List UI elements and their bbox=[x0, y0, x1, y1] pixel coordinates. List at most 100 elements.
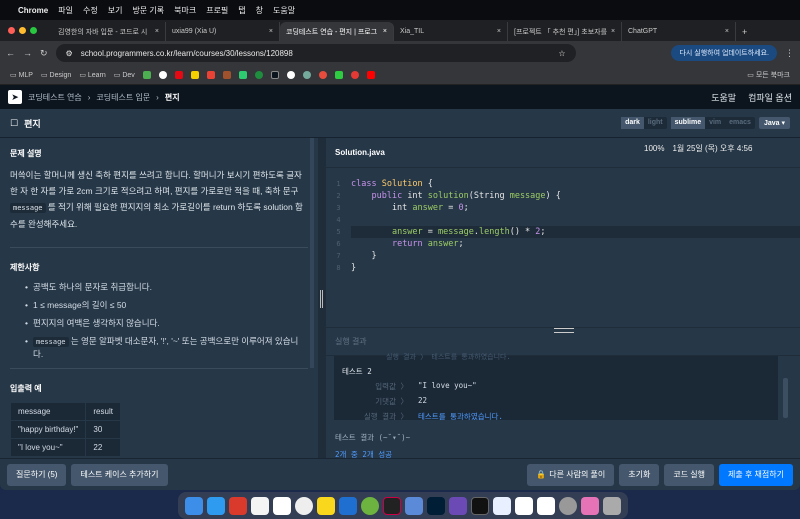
app-icon[interactable] bbox=[581, 497, 599, 515]
zoom-button[interactable] bbox=[30, 27, 37, 34]
kebab-menu-icon[interactable]: ⋮ bbox=[785, 48, 794, 59]
close-icon[interactable]: × bbox=[725, 28, 729, 35]
youtube-icon[interactable] bbox=[367, 71, 375, 79]
close-icon[interactable]: × bbox=[611, 28, 615, 35]
drag-handle-icon[interactable] bbox=[320, 290, 323, 308]
add-test-case-button[interactable]: 테스트 케이스 추가하기 bbox=[71, 464, 167, 486]
menu-tab[interactable]: 탭 bbox=[238, 5, 245, 16]
bookmark-icon[interactable] bbox=[223, 71, 231, 79]
new-tab-icon[interactable]: + bbox=[736, 27, 753, 41]
url-input[interactable]: ⚙school.programmers.co.kr/learn/courses/… bbox=[56, 44, 576, 62]
bookmark-star-icon[interactable]: ☆ bbox=[558, 49, 565, 58]
menu-app[interactable]: Chrome bbox=[18, 6, 48, 15]
programmers-logo[interactable]: ➤ bbox=[8, 90, 22, 104]
chatgpt-icon[interactable] bbox=[303, 71, 311, 79]
help-link[interactable]: 도움말 bbox=[711, 91, 736, 104]
keymap-vim[interactable]: vim bbox=[705, 117, 725, 129]
site-info-icon[interactable]: ⚙ bbox=[66, 49, 73, 58]
chrome-icon[interactable] bbox=[295, 497, 313, 515]
tab-active[interactable]: 코딩테스트 연습 - 편지 | 프로그× bbox=[280, 22, 394, 41]
bookmark-icon[interactable] bbox=[319, 71, 327, 79]
close-icon[interactable]: × bbox=[383, 28, 387, 35]
trash-icon[interactable] bbox=[603, 497, 621, 515]
update-button[interactable]: 다시 실행하여 업데이트하세요. bbox=[671, 45, 777, 61]
keymap-emacs[interactable]: emacs bbox=[725, 117, 755, 129]
app-icon[interactable] bbox=[229, 497, 247, 515]
language-select[interactable]: Java ▾ bbox=[759, 117, 790, 129]
programmers-icon[interactable] bbox=[271, 71, 279, 79]
menu-view[interactable]: 보기 bbox=[108, 5, 123, 16]
finder-icon[interactable] bbox=[185, 497, 203, 515]
close-window-button[interactable] bbox=[8, 27, 15, 34]
bookmark-icon[interactable] bbox=[335, 71, 343, 79]
photoshop-icon[interactable] bbox=[493, 497, 511, 515]
keymap-sublime[interactable]: sublime bbox=[671, 117, 705, 129]
compile-options-link[interactable]: 컴파일 옵션 bbox=[748, 91, 792, 104]
breadcrumb-item[interactable]: 코딩테스트 연습 bbox=[28, 92, 82, 103]
minimize-button[interactable] bbox=[19, 27, 26, 34]
bookmark-icon[interactable] bbox=[351, 71, 359, 79]
submit-button[interactable]: 제출 후 채점하기 bbox=[719, 464, 793, 486]
photoshop-icon[interactable] bbox=[427, 497, 445, 515]
code-editor[interactable]: 1class Solution { 2 public int solution(… bbox=[326, 168, 800, 328]
tab[interactable]: [프로젝트 「 추천 편」] 초보자를× bbox=[508, 22, 622, 41]
breadcrumb-item[interactable]: 코딩테스트 입문 bbox=[96, 92, 150, 103]
netflix-icon[interactable] bbox=[175, 71, 183, 79]
theme-dark[interactable]: dark bbox=[621, 117, 644, 129]
theme-light[interactable]: light bbox=[644, 117, 667, 129]
close-icon[interactable]: × bbox=[155, 28, 159, 35]
all-bookmarks[interactable]: ▭ 모든 북마크 bbox=[747, 70, 790, 80]
bookmark-folder[interactable]: ▭ Dev bbox=[114, 71, 135, 79]
tab[interactable]: 김영한의 자바 입문 - 코드로 시× bbox=[52, 22, 166, 41]
menu-history[interactable]: 방문 기록 bbox=[132, 5, 164, 16]
terminal-icon[interactable] bbox=[471, 497, 489, 515]
reminders-icon[interactable] bbox=[251, 497, 269, 515]
reset-button[interactable]: 초기화 bbox=[619, 464, 659, 486]
ask-question-button[interactable]: 질문하기 (5) bbox=[7, 464, 66, 486]
bookmark-icon[interactable] bbox=[191, 71, 199, 79]
battery-level[interactable]: 100% bbox=[644, 144, 664, 153]
safari-icon[interactable] bbox=[207, 497, 225, 515]
tab[interactable]: ChatGPT× bbox=[622, 22, 736, 41]
menu-bookmarks[interactable]: 북마크 bbox=[174, 5, 196, 16]
obsidian-icon[interactable] bbox=[449, 497, 467, 515]
reload-icon[interactable]: ↻ bbox=[40, 48, 48, 59]
settings-icon[interactable] bbox=[559, 497, 577, 515]
bookmark-icon[interactable] bbox=[239, 71, 247, 79]
vscode-icon[interactable] bbox=[339, 497, 357, 515]
notion-icon[interactable] bbox=[515, 497, 533, 515]
bookmark-folder[interactable]: ▭ MLP bbox=[10, 71, 33, 79]
spring-icon[interactable] bbox=[361, 497, 379, 515]
tab[interactable]: Xia_TIL× bbox=[394, 22, 508, 41]
forward-icon[interactable]: → bbox=[23, 48, 32, 58]
bookmark-folder[interactable]: ▭ Design bbox=[41, 71, 71, 79]
run-code-button[interactable]: 코드 실행 bbox=[664, 464, 714, 486]
scrollbar[interactable] bbox=[310, 138, 314, 368]
menu-help[interactable]: 도움말 bbox=[273, 5, 295, 16]
app-icon[interactable] bbox=[405, 497, 423, 515]
kakaotalk-icon[interactable] bbox=[317, 497, 335, 515]
resize-handle-icon[interactable] bbox=[554, 328, 574, 333]
github-icon[interactable] bbox=[287, 71, 295, 79]
clock[interactable]: 1월 25일 (목) 오후 4:56 bbox=[672, 143, 752, 154]
back-icon[interactable]: ← bbox=[6, 48, 15, 58]
bookmark-folder[interactable]: ▭ Learn bbox=[79, 71, 105, 79]
close-icon[interactable]: × bbox=[497, 28, 501, 35]
others-solutions-button[interactable]: 🔒다른 사람의 풀이 bbox=[527, 464, 614, 486]
menu-edit[interactable]: 수정 bbox=[83, 5, 98, 16]
bookmark-icon[interactable]: ☐ bbox=[10, 118, 18, 129]
close-icon[interactable]: × bbox=[269, 28, 273, 35]
bookmark-icon[interactable] bbox=[255, 71, 263, 79]
calendar-icon[interactable] bbox=[537, 497, 555, 515]
panel-splitter[interactable] bbox=[318, 138, 326, 458]
scrollbar[interactable] bbox=[783, 378, 788, 418]
intellij-icon[interactable] bbox=[383, 497, 401, 515]
menu-window[interactable]: 창 bbox=[256, 5, 263, 16]
menu-profile[interactable]: 프로필 bbox=[206, 5, 228, 16]
gmail-icon[interactable] bbox=[207, 71, 215, 79]
tab[interactable]: uxia99 (Xia U)× bbox=[166, 22, 280, 41]
bookmark-icon[interactable] bbox=[143, 71, 151, 79]
google-icon[interactable] bbox=[159, 71, 167, 79]
slack-icon[interactable] bbox=[273, 497, 291, 515]
menu-file[interactable]: 파일 bbox=[58, 5, 73, 16]
